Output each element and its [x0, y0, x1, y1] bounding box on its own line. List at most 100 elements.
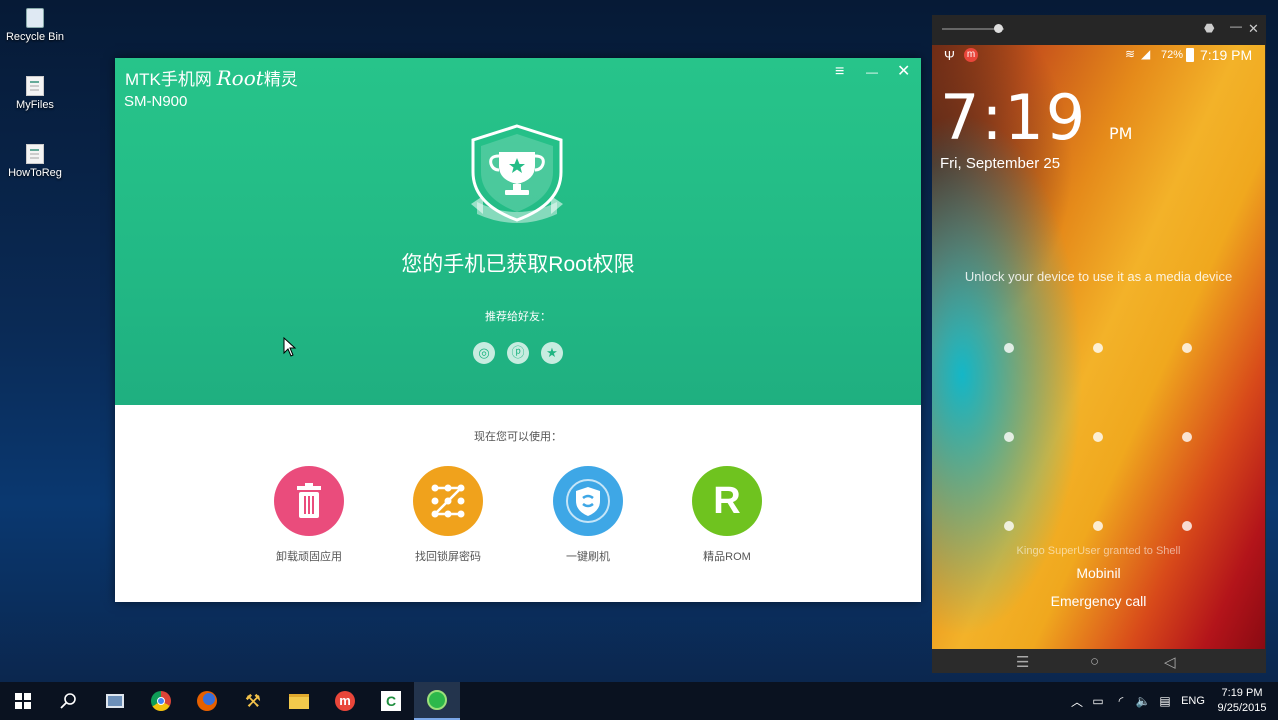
desktop-icon-howtoreg[interactable]: HowToReg: [0, 144, 70, 179]
tool-one-click-flash[interactable]: 一键刷机: [543, 466, 633, 564]
pattern-dot[interactable]: [1004, 343, 1014, 353]
volume-slider-thumb[interactable]: [994, 24, 1003, 33]
recycle-bin-icon: [26, 8, 44, 28]
pattern-dot[interactable]: [1182, 343, 1192, 353]
system-tray: ︿ ▭ ◜ 🔈 ▤ ENG: [1068, 682, 1210, 720]
pattern-dot[interactable]: [1093, 343, 1103, 353]
file-icon: [26, 76, 44, 96]
home-icon[interactable]: ○: [1090, 653, 1099, 670]
volume-icon[interactable]: 🔈: [1132, 694, 1154, 708]
pattern-dot[interactable]: [1182, 521, 1192, 531]
chrome-icon: [151, 691, 171, 711]
phone-nav-bar: ☰ ○ ◁: [932, 649, 1266, 673]
desktop-icon-label: Recycle Bin: [5, 31, 65, 43]
unlock-hint: Unlock your device to use it as a media …: [964, 269, 1233, 284]
tool-label: 一键刷机: [566, 551, 610, 563]
tool-premium-rom[interactable]: R 精品ROM: [682, 466, 772, 564]
search-icon: [60, 693, 76, 709]
shield-icon: [553, 466, 623, 536]
close-icon[interactable]: ✕: [1248, 21, 1259, 37]
root-app-icon: [427, 690, 447, 710]
tool-label: 找回锁屏密码: [415, 551, 481, 563]
window-icon: [106, 694, 124, 708]
pattern-dot[interactable]: [1004, 432, 1014, 442]
battery-icon[interactable]: ▭: [1086, 694, 1110, 708]
windows-icon: [15, 693, 31, 709]
phone-mirror-window: ⬣ — ✕ Ψ m ≋ ◢ 72% 7:19 PM 7:19 PM Fri, S…: [932, 15, 1266, 673]
android-icon[interactable]: ⬣: [1204, 21, 1214, 35]
taskbar-app-tool[interactable]: ⚒: [230, 682, 276, 720]
folder-icon: [289, 693, 309, 709]
tool-icon: ⚒: [244, 690, 262, 711]
minimize-icon[interactable]: —: [866, 64, 878, 80]
camtasia-icon: C: [381, 691, 401, 711]
pattern-dot[interactable]: [1093, 432, 1103, 442]
input-language[interactable]: ENG: [1176, 695, 1210, 707]
root-app-window: MTK手机网 Root精灵 SM-N900 ≡ — ✕ 您的手机已获取Root权…: [115, 58, 921, 602]
usb-icon: Ψ: [944, 48, 955, 63]
taskbar-mobogenie[interactable]: m: [322, 682, 368, 720]
pattern-dot[interactable]: [1093, 521, 1103, 531]
taskbar-task-view[interactable]: [92, 682, 138, 720]
wifi-icon: ≋: [1125, 47, 1136, 61]
tool-label: 卸载顽固应用: [276, 551, 342, 563]
desktop-icon-recycle-bin[interactable]: Recycle Bin: [0, 8, 70, 43]
lock-date: Fri, September 25: [940, 155, 1061, 172]
rom-glyph: R: [713, 480, 741, 522]
app-title-suffix: 精灵: [263, 70, 298, 89]
file-icon: [26, 144, 44, 164]
menu-icon[interactable]: ☰: [1016, 653, 1029, 671]
lock-clock-time: 7:19: [940, 81, 1088, 154]
app-title: MTK手机网 Root精灵: [125, 65, 298, 90]
desktop-icon-label: MyFiles: [16, 99, 54, 111]
back-icon[interactable]: ◁: [1164, 653, 1176, 671]
emergency-call-button[interactable]: Emergency call: [932, 593, 1265, 609]
qzone-icon[interactable]: ⓟ: [507, 342, 529, 364]
desktop-icon-label: HowToReg: [8, 167, 62, 179]
m-app-icon: m: [335, 691, 355, 711]
taskbar-root-app[interactable]: [414, 682, 460, 720]
lock-clock-ampm: PM: [1108, 124, 1133, 143]
pattern-dot[interactable]: [1182, 432, 1192, 442]
app-header-panel: MTK手机网 Root精灵 SM-N900 ≡ — ✕ 您的手机已获取Root权…: [115, 58, 921, 405]
taskbar-chrome[interactable]: [138, 682, 184, 720]
taskbar-camtasia[interactable]: C: [368, 682, 414, 720]
pattern-dot[interactable]: [1004, 521, 1014, 531]
carrier-name: Mobinil: [1076, 565, 1121, 581]
taskbar-firefox[interactable]: [184, 682, 230, 720]
firefox-icon: [197, 691, 217, 711]
taskbar-time: 7:19 PM: [1221, 687, 1263, 699]
menu-icon[interactable]: ≡: [835, 64, 844, 80]
superuser-toast: Kingo SuperUser granted to Shell: [1016, 545, 1181, 557]
chevron-up-icon[interactable]: ︿: [1068, 693, 1086, 710]
notification-icon: m: [964, 48, 978, 62]
weibo-icon[interactable]: ◎: [473, 342, 495, 364]
taskbar-clock[interactable]: 7:19 PM 9/25/2015: [1210, 686, 1274, 716]
start-button[interactable]: [0, 682, 46, 720]
tool-uninstall-apps[interactable]: 卸载顽固应用: [264, 466, 354, 564]
battery-charging-icon: [1186, 48, 1194, 62]
now-available-label: 现在您可以使用：: [474, 431, 562, 443]
mouse-cursor-icon: [283, 337, 297, 357]
taskbar: ⚒ m C ︿ ▭ ◜ 🔈 ▤ ENG 7:19 PM 9/25/2015: [0, 682, 1278, 720]
lock-clock: 7:19 PM: [940, 81, 1132, 154]
trophy-shield-icon: [471, 124, 563, 223]
phone-lock-screen[interactable]: Ψ m ≋ ◢ 72% 7:19 PM 7:19 PM Fri, Septemb…: [932, 45, 1265, 649]
desktop-icon-myfiles[interactable]: MyFiles: [0, 76, 70, 111]
favorite-icon[interactable]: ★: [541, 342, 563, 364]
battery-percent: 72%: [1161, 49, 1184, 61]
taskbar-file-explorer[interactable]: [276, 682, 322, 720]
app-title-root: Root: [216, 66, 264, 90]
wifi-icon[interactable]: ◜: [1110, 694, 1132, 708]
phone-window-titlebar: ⬣ — ✕: [932, 15, 1266, 45]
phone-status-bar: Ψ m ≋ ◢ 72% 7:19 PM: [932, 45, 1265, 67]
minimize-icon[interactable]: —: [1230, 19, 1242, 33]
close-icon[interactable]: ✕: [897, 64, 910, 80]
tool-recover-lock-password[interactable]: 找回锁屏密码: [403, 466, 493, 564]
search-button[interactable]: [46, 682, 92, 720]
volume-slider[interactable]: [942, 24, 1004, 33]
action-center-icon[interactable]: ▤: [1154, 694, 1176, 708]
pattern-icon: [413, 466, 483, 536]
recommend-label: 推荐给好友：: [485, 311, 551, 323]
device-model: SM-N900: [124, 93, 188, 110]
